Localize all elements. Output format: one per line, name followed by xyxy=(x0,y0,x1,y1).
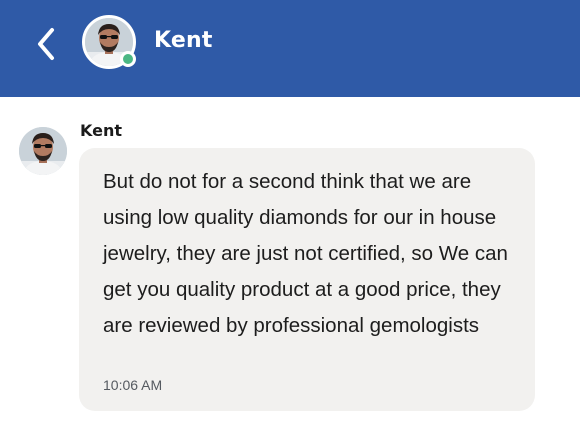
message-avatar[interactable] xyxy=(19,127,67,175)
avatar-photo xyxy=(19,127,67,175)
message-text: But do not for a second think that we ar… xyxy=(103,170,508,337)
header-contact-name: Kent xyxy=(154,28,213,53)
chevron-left-icon xyxy=(38,28,54,60)
message-bubble[interactable]: But do not for a second think that we ar… xyxy=(79,148,535,411)
message-timestamp: 10:06 AM xyxy=(103,377,163,393)
back-button[interactable] xyxy=(30,26,62,62)
chat-header: Kent xyxy=(0,0,580,97)
online-status-indicator xyxy=(120,51,136,67)
message-sender-name: Kent xyxy=(80,121,123,140)
